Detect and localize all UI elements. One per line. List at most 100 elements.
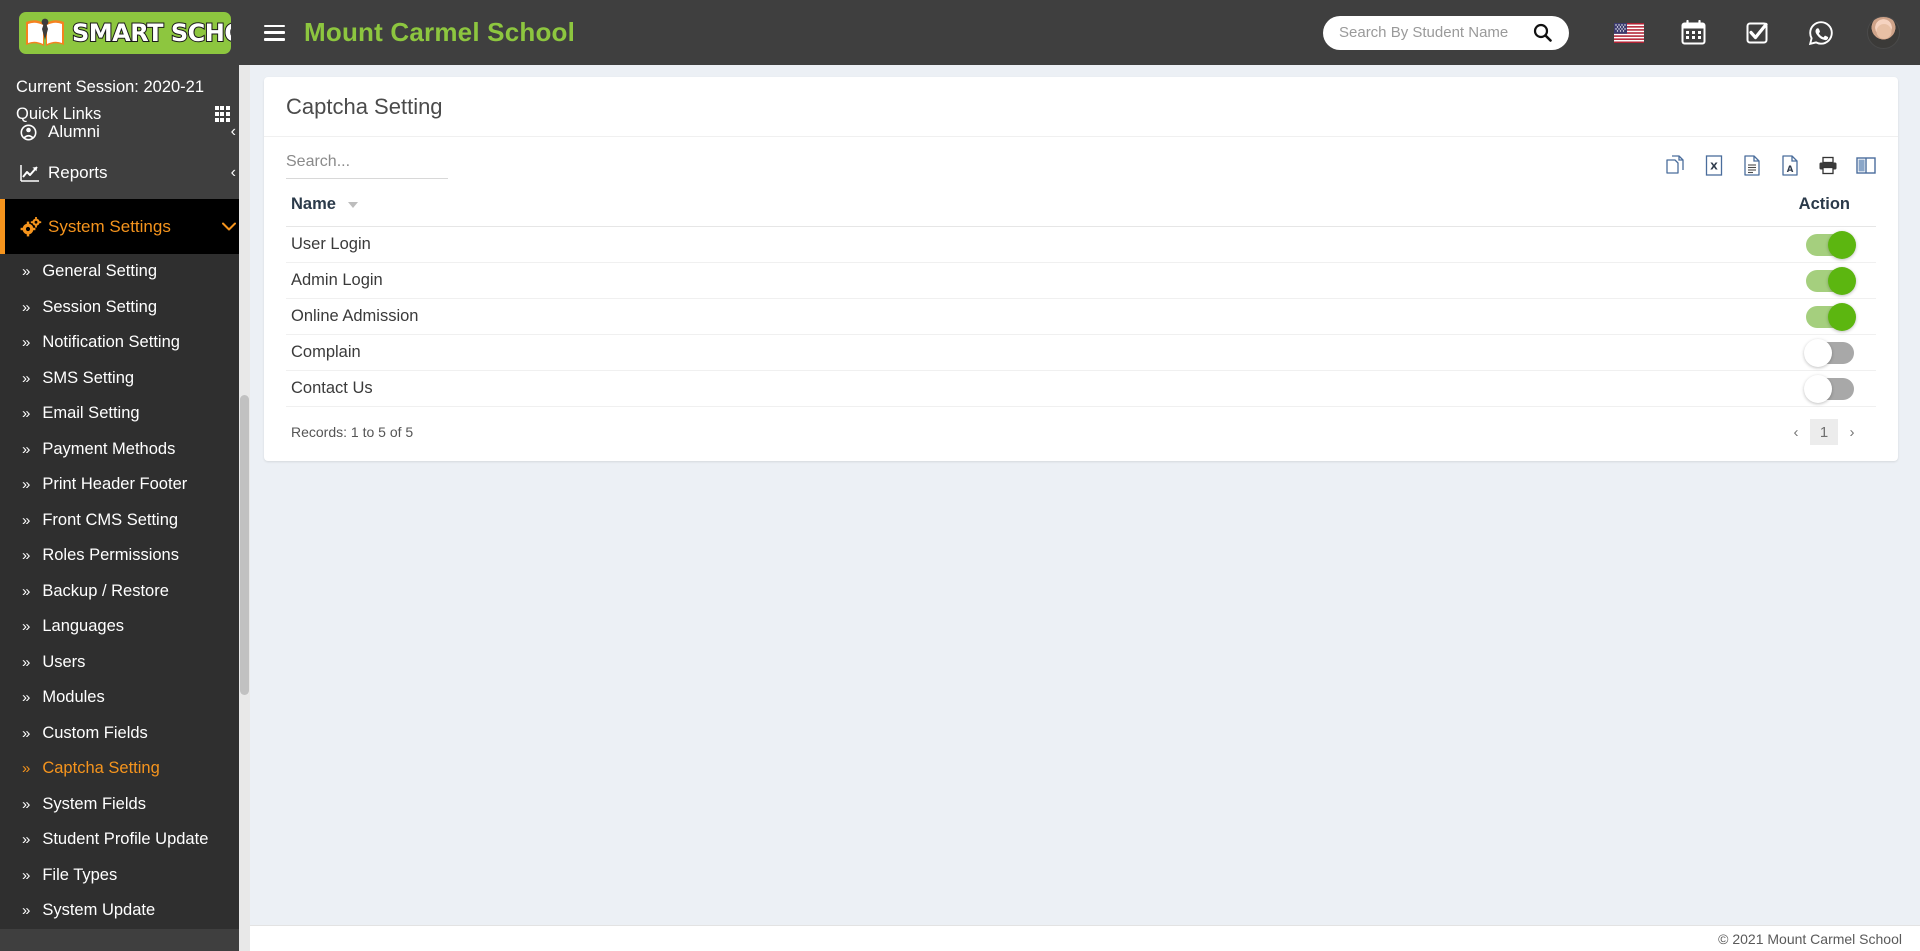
sidebar-subitem-label: Print Header Footer: [42, 475, 188, 494]
print-icon[interactable]: [1817, 153, 1838, 177]
sidebar-subitem-label: Front CMS Setting: [42, 510, 179, 529]
pdf-icon[interactable]: A: [1779, 153, 1800, 177]
csv-icon[interactable]: [1741, 153, 1762, 177]
column-visibility-icon[interactable]: [1855, 153, 1876, 177]
sidebar-subitem-label: Captcha Setting: [42, 759, 160, 778]
column-header-name[interactable]: Name: [286, 195, 1267, 227]
captcha-toggle-admin-login[interactable]: [1806, 266, 1856, 295]
whatsapp-icon[interactable]: [1799, 11, 1843, 55]
sidebar-subitem-modules[interactable]: » Modules: [0, 680, 250, 716]
app-logo[interactable]: SMART SCHOOL: [0, 0, 250, 65]
sidebar-subitem-label: Student Profile Update: [42, 830, 209, 849]
sidebar-subitem-print-header-footer[interactable]: » Print Header Footer: [0, 467, 250, 503]
card-header: Captcha Setting: [264, 77, 1898, 137]
sidebar-subitem-general-setting[interactable]: » General Setting: [0, 254, 250, 290]
double-chevron-right-icon: »: [22, 547, 31, 565]
calendar-icon[interactable]: [1671, 11, 1715, 55]
sidebar-item-label: Alumni: [48, 122, 100, 141]
captcha-toggle-online-admission[interactable]: [1806, 302, 1856, 331]
sidebar-item-alumni[interactable]: Alumni ‹: [0, 117, 250, 147]
page-footer: © 2021 Mount Carmel School: [250, 925, 1920, 951]
sidebar-subitem-system-update[interactable]: » System Update: [0, 893, 250, 929]
row-action-cell: [1266, 262, 1876, 299]
row-name-cell: Online Admission: [286, 298, 1267, 335]
table-header-row: Name Action: [286, 195, 1876, 227]
sidebar-subitem-front-cms-setting[interactable]: » Front CMS Setting: [0, 503, 250, 539]
sidebar-subitem-captcha-setting[interactable]: » Captcha Setting: [0, 751, 250, 787]
sidebar-toggle-button[interactable]: [250, 0, 298, 65]
sidebar-subitem-label: Backup / Restore: [42, 581, 169, 600]
search-input[interactable]: [1339, 24, 1529, 41]
pagination-page-1[interactable]: 1: [1810, 419, 1838, 445]
captcha-toggle-complain[interactable]: [1804, 338, 1854, 367]
open-book-icon: [24, 16, 66, 50]
double-chevron-right-icon: »: [22, 263, 31, 281]
double-chevron-right-icon: »: [22, 760, 31, 778]
sidebar-subitem-file-types[interactable]: » File Types: [0, 858, 250, 894]
double-chevron-right-icon: »: [22, 582, 31, 600]
sidebar-subitem-label: Modules: [42, 688, 105, 707]
sidebar-submenu-system-settings: » General Setting » Session Setting » No…: [0, 254, 250, 929]
sidebar-subitem-label: Payment Methods: [42, 439, 176, 458]
double-chevron-right-icon: »: [22, 902, 31, 920]
pagination-next-button[interactable]: ›: [1838, 419, 1866, 445]
gears-icon: [20, 216, 48, 237]
current-session-label: Current Session: 2020-21: [16, 78, 205, 96]
sidebar-subitem-session-setting[interactable]: » Session Setting: [0, 290, 250, 326]
chevron-left-icon: ‹: [230, 123, 236, 140]
page-brand-title: Mount Carmel School: [304, 17, 576, 47]
pagination: ‹ 1 ›: [1782, 419, 1874, 445]
topbar-right-group: [1323, 0, 1920, 65]
sidebar-subitem-label: Email Setting: [42, 404, 140, 423]
row-name-cell: User Login: [286, 226, 1267, 263]
sidebar-item-system-settings[interactable]: System Settings: [0, 199, 250, 254]
sidebar-subitem-email-setting[interactable]: » Email Setting: [0, 396, 250, 432]
sidebar-subitem-backup-restore[interactable]: » Backup / Restore: [0, 574, 250, 610]
double-chevron-right-icon: »: [22, 618, 31, 636]
sidebar-subitem-roles-permissions[interactable]: » Roles Permissions: [0, 538, 250, 574]
flag-usa-icon[interactable]: [1607, 11, 1651, 55]
sidebar-subitem-custom-fields[interactable]: » Custom Fields: [0, 716, 250, 752]
sidebar-scrollbar[interactable]: [239, 65, 250, 951]
sidebar-subitem-users[interactable]: » Users: [0, 645, 250, 681]
avatar[interactable]: [1867, 16, 1900, 49]
sidebar-subitem-languages[interactable]: » Languages: [0, 609, 250, 645]
sidebar-subitem-student-profile-update[interactable]: » Student Profile Update: [0, 822, 250, 858]
sidebar-subitem-notification-setting[interactable]: » Notification Setting: [0, 325, 250, 361]
global-search[interactable]: [1323, 15, 1569, 50]
sidebar-subitem-label: Languages: [42, 617, 125, 636]
pagination-prev-button[interactable]: ‹: [1782, 419, 1810, 445]
row-name-cell: Admin Login: [286, 262, 1267, 299]
sidebar-subitem-sms-setting[interactable]: » SMS Setting: [0, 361, 250, 397]
toggle-knob: [1804, 338, 1832, 367]
checkbox-task-icon[interactable]: [1735, 11, 1779, 55]
table-body: User Login Admin Login Online Admission: [286, 226, 1876, 407]
top-navbar: SMART SCHOOL Mount Carmel School: [0, 0, 1920, 65]
double-chevron-right-icon: »: [22, 795, 31, 813]
sidebar-item-label: Reports: [48, 163, 108, 182]
card-body: X: [264, 137, 1898, 461]
sidebar-subitem-label: SMS Setting: [42, 368, 135, 387]
excel-icon[interactable]: X: [1703, 153, 1724, 177]
sidebar-scrollbar-thumb[interactable]: [240, 395, 249, 695]
sidebar-subitem-payment-methods[interactable]: » Payment Methods: [0, 432, 250, 468]
toggle-knob: [1828, 266, 1856, 295]
logo-text: SMART SCHOOL: [71, 18, 231, 48]
captcha-toggle-contact-us[interactable]: [1804, 374, 1854, 403]
captcha-settings-table: Name Action User Login Admin Login Onlin…: [286, 195, 1876, 407]
copy-icon[interactable]: [1665, 153, 1686, 177]
records-info: Records: 1 to 5 of 5: [291, 424, 414, 440]
sidebar-subitem-system-fields[interactable]: » System Fields: [0, 787, 250, 823]
search-icon[interactable]: [1529, 20, 1555, 46]
row-name-cell: Contact Us: [286, 370, 1267, 407]
sidebar-subitem-label: Session Setting: [42, 297, 157, 316]
captcha-toggle-user-login[interactable]: [1806, 230, 1856, 259]
table-head: Name Action: [286, 195, 1876, 227]
logo-pill: SMART SCHOOL: [19, 11, 231, 54]
double-chevron-right-icon: »: [22, 440, 31, 458]
double-chevron-right-icon: »: [22, 405, 31, 423]
datatable-search-input[interactable]: [286, 151, 448, 179]
sidebar-item-reports[interactable]: Reports ‹: [0, 147, 250, 199]
datatable-export-buttons: X A: [1665, 151, 1876, 177]
alumni-icon: [20, 124, 48, 141]
